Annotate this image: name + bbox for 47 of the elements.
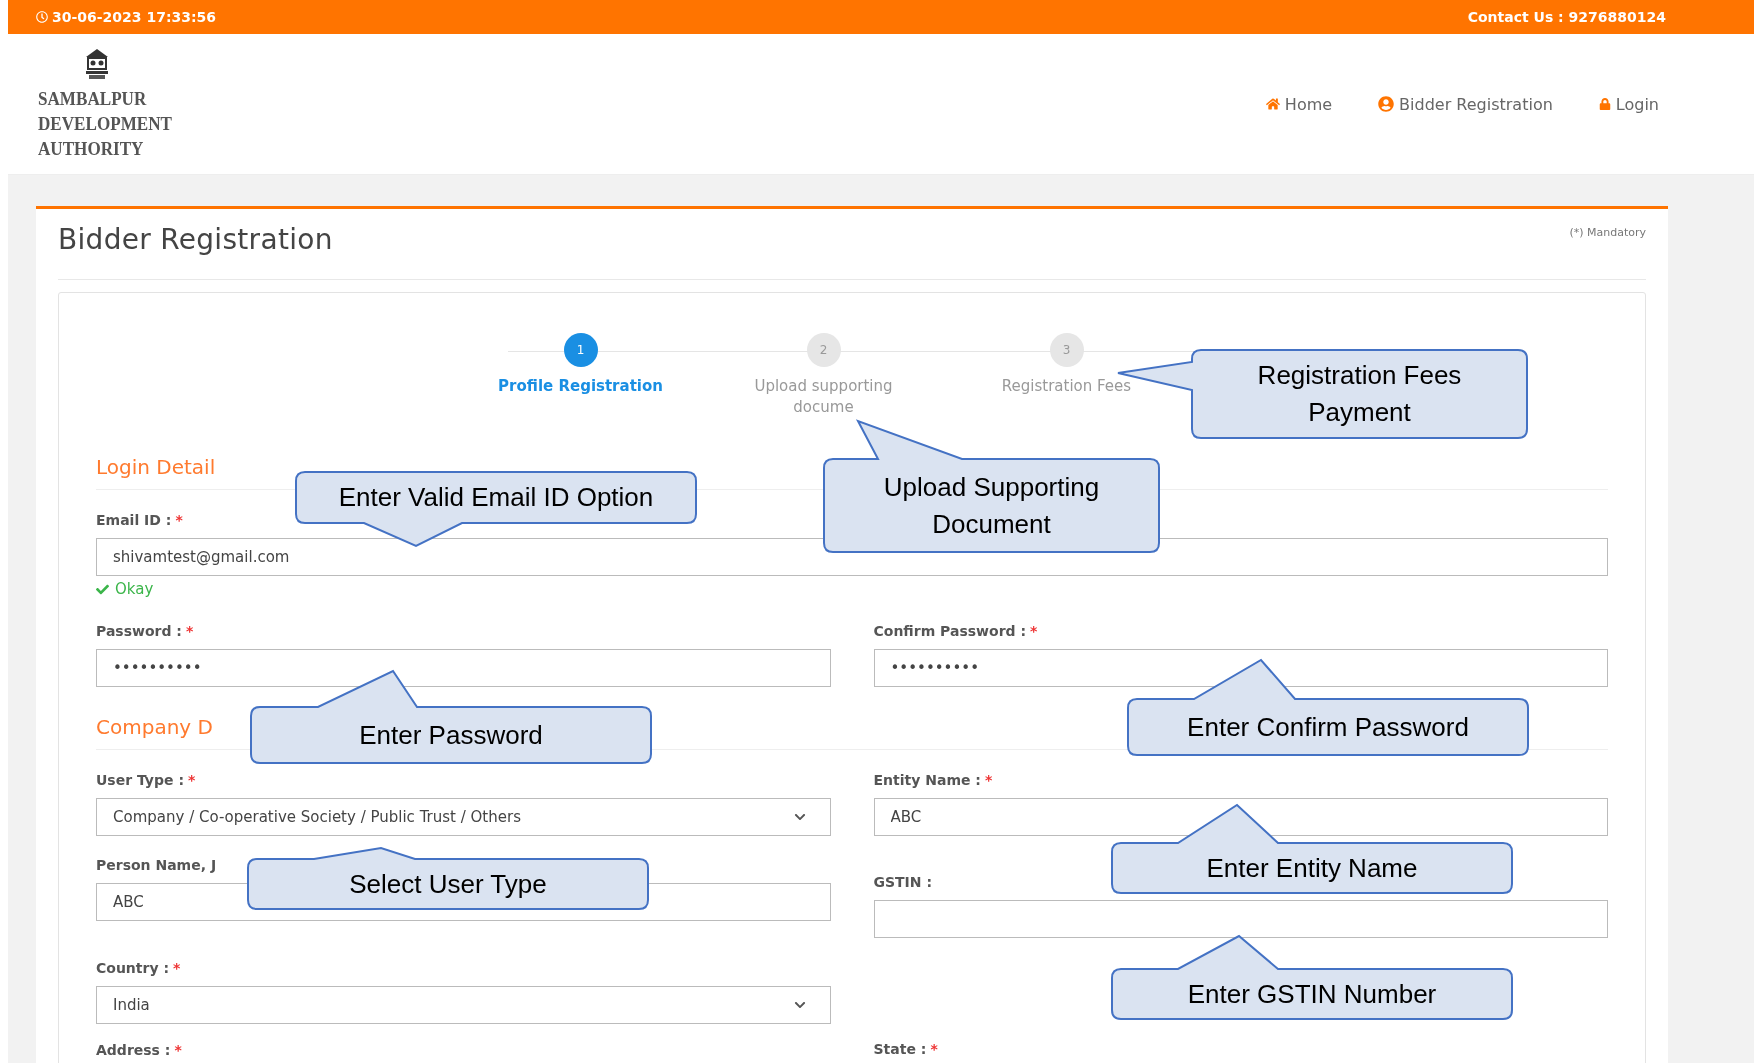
callout: Select User Type (246, 846, 650, 911)
page-title: Bidder Registration (58, 223, 333, 256)
clock-icon (36, 11, 48, 23)
logo-text: SAMBALPUR (38, 86, 147, 111)
step-label[interactable]: Profile Registration (498, 376, 663, 397)
emblem-icon (84, 47, 110, 80)
check-icon (96, 582, 109, 596)
nav-link[interactable]: Login (1598, 94, 1659, 114)
logo-text: DEVELOPMENT (38, 111, 172, 136)
field-label: Address : * (96, 1042, 182, 1060)
dropdown[interactable]: Company / Co-operative Society / Public Trust / Others (96, 798, 831, 836)
chevron-down-icon (793, 811, 806, 823)
field-label: Email ID : * (96, 512, 183, 530)
validation-message: Okay (96, 580, 154, 598)
callout: Enter Confirm Password (1126, 658, 1530, 757)
field-label: User Type : * (96, 772, 196, 790)
field-label: GSTIN : (873, 874, 933, 892)
field-label: Person Name, J (96, 857, 217, 875)
field-label: Country : * (96, 960, 181, 978)
section-title: Login Detail (96, 455, 216, 479)
dropdown[interactable]: India (96, 986, 831, 1024)
logo-text: AUTHORITY (38, 136, 144, 161)
field-label: Confirm Password : * (873, 623, 1038, 641)
section-title: Company D (96, 715, 213, 739)
callout: Enter Valid Email ID Option (294, 470, 698, 548)
callout: Upload Supporting Document (822, 419, 1161, 554)
field-label: Entity Name : * (873, 772, 993, 790)
text-field[interactable] (873, 900, 1608, 938)
text-field[interactable]: •••••••••• (873, 649, 1608, 687)
contact-info: Contact Us : 9276880124 (1467, 9, 1666, 25)
date-time: 30-06-2023 17:33:56 (36, 9, 217, 25)
callout: Enter Password (249, 669, 653, 765)
mandatory-note: (*) Mandatory (1569, 226, 1646, 239)
text-field[interactable]: shivamtest@gmail.com (96, 538, 1608, 576)
chevron-down-icon (793, 999, 806, 1011)
step-number[interactable]: 1 (563, 333, 598, 367)
home-icon (1265, 97, 1280, 111)
text-field[interactable]: ABC (873, 798, 1608, 836)
callout: Enter GSTIN Number (1110, 934, 1514, 1021)
callout: Enter Entity Name (1110, 803, 1514, 895)
nav-link[interactable]: Home (1265, 94, 1333, 114)
field-label: State : * (873, 1041, 938, 1059)
field-label: Password : * (96, 623, 194, 641)
lock-icon (1598, 98, 1611, 110)
text-field[interactable]: •••••••••• (96, 649, 831, 687)
nav-link[interactable]: Bidder Registration (1378, 94, 1553, 114)
user-icon (1378, 96, 1395, 112)
